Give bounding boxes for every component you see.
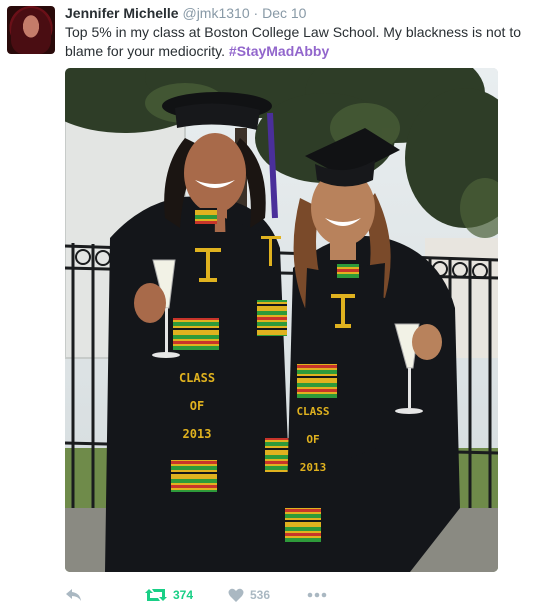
stole-line-year: 2013 <box>299 461 327 474</box>
tweet-date[interactable]: Dec 10 <box>262 5 306 21</box>
reply-button[interactable] <box>65 585 83 605</box>
stole-line-class: CLASS <box>178 371 216 385</box>
author-name[interactable]: Jennifer Michelle <box>65 5 179 21</box>
stole-line-of: OF <box>189 399 205 413</box>
tweet-photo[interactable]: CLASS OF 2013 CLASS OF 2013 <box>65 68 498 572</box>
stole-text-left: CLASS OF 2013 <box>177 364 217 448</box>
retweet-icon <box>145 589 167 601</box>
like-button[interactable]: 536 <box>228 585 270 605</box>
reply-icon <box>66 589 81 601</box>
avatar[interactable] <box>7 6 55 54</box>
separator-dot: · <box>253 5 259 21</box>
stole-text-right: CLASS OF 2013 <box>293 398 333 482</box>
tweet-text: Top 5% in my class at Boston College Law… <box>65 23 535 61</box>
hashtag-link[interactable]: #StayMadAbby <box>229 43 329 59</box>
stole-line-year: 2013 <box>182 427 212 441</box>
tweet-header: Jennifer Michelle @jmk1310 · Dec 10 <box>65 4 306 22</box>
like-count: 536 <box>250 588 271 602</box>
graduation-photo <box>65 68 498 572</box>
stole-line-of: OF <box>306 433 320 446</box>
retweet-button[interactable]: 374 <box>145 585 193 605</box>
author-handle[interactable]: @jmk1310 <box>182 5 249 21</box>
heart-icon <box>228 588 244 602</box>
retweet-count: 374 <box>173 588 194 602</box>
tweet-card: Jennifer Michelle @jmk1310 · Dec 10 Top … <box>0 0 547 611</box>
stole-line-class: CLASS <box>296 405 330 418</box>
more-button[interactable] <box>307 585 327 605</box>
more-dots-icon <box>307 592 327 598</box>
